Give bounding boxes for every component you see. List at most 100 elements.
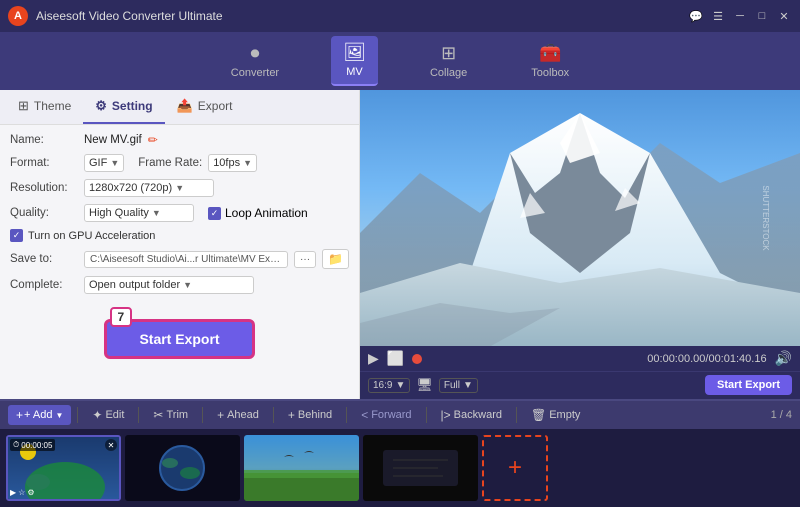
minimize-btn[interactable]: ─: [732, 8, 748, 24]
complete-arrow-icon: ▼: [183, 280, 192, 290]
right-panel: SHUTTERSTOCK ▶ ⬜ 00:00:00.00/00:01:40.16…: [360, 90, 800, 399]
window-controls: 💬 ☰ ─ □ ✕: [688, 8, 792, 24]
nav-collage[interactable]: ⊞ Collage: [418, 37, 479, 85]
clip-1-star[interactable]: ☆: [18, 488, 25, 497]
resolution-row: Resolution: 1280x720 (720p) ▼: [10, 179, 349, 197]
volume-btn[interactable]: 🔊: [775, 350, 792, 367]
add-icon: +: [16, 408, 23, 422]
empty-icon: 🗑: [531, 408, 546, 422]
framerate-select[interactable]: 10fps ▼: [208, 154, 257, 172]
video-controls-row1: ▶ ⬜ 00:00:00.00/00:01:40.16 🔊: [360, 346, 800, 371]
toolbar-sep-3: [202, 407, 203, 423]
behind-btn[interactable]: + Behind: [280, 405, 340, 425]
quality-label: Quality:: [10, 207, 78, 219]
resolution-select[interactable]: 1280x720 (720p) ▼: [84, 179, 214, 197]
mv-icon: 🖼: [343, 42, 366, 63]
video-controls-row2: 16:9 ▼ 🖥 Full ▼ Start Export: [360, 371, 800, 399]
maximize-btn[interactable]: □: [754, 8, 770, 24]
quality-select[interactable]: High Quality ▼: [84, 204, 194, 222]
main-layout: ⊞ Theme ⚙ Setting 📤 Export Name: New MV.…: [0, 90, 800, 507]
trim-icon: ✂: [153, 408, 163, 422]
nav-converter[interactable]: ⏺ Converter: [219, 37, 291, 85]
clip-1-controls: ▶ ☆ ⚙: [10, 488, 35, 497]
trim-btn[interactable]: ✂ Trim: [145, 405, 196, 425]
left-panel: ⊞ Theme ⚙ Setting 📤 Export Name: New MV.…: [0, 90, 360, 399]
tab-export[interactable]: 📤 Export: [165, 90, 245, 124]
clip-3[interactable]: [244, 435, 359, 501]
clip-1-close[interactable]: ✕: [105, 439, 117, 451]
menu-btn[interactable]: ☰: [710, 8, 726, 24]
edit-btn[interactable]: ✦ Edit: [84, 405, 132, 425]
ratio-arrow-icon: ▼: [395, 380, 405, 391]
collage-icon: ⊞: [441, 43, 456, 64]
save-path: C:\Aiseesoft Studio\Ai...r Ultimate\MV E…: [84, 251, 288, 268]
add-btn[interactable]: + + Add ▼: [8, 405, 71, 425]
top-nav: ⏺ Converter 🖼 MV ⊞ Collage 🧰 Toolbox: [0, 32, 800, 90]
clip-4[interactable]: [363, 435, 478, 501]
clip-1[interactable]: ⏱00:00:05 ▶ ☆ ⚙ ✕: [6, 435, 121, 501]
nav-toolbox[interactable]: 🧰 Toolbox: [519, 37, 581, 85]
behind-icon: +: [288, 408, 295, 422]
edit-icon: ✦: [92, 408, 102, 422]
add-arrow-icon: ▼: [55, 411, 63, 420]
ahead-icon: +: [217, 408, 224, 422]
format-label: Format:: [10, 157, 78, 169]
name-edit-icon[interactable]: ✏: [148, 133, 158, 147]
tab-bar: ⊞ Theme ⚙ Setting 📤 Export: [0, 90, 359, 125]
watermark: SHUTTERSTOCK: [761, 185, 770, 250]
tab-theme[interactable]: ⊞ Theme: [6, 90, 83, 124]
toolbar: + + Add ▼ ✦ Edit ✂ Trim + Ahead + Be: [0, 400, 800, 429]
stop-btn[interactable]: ⬜: [387, 350, 404, 367]
start-export-right-btn[interactable]: Start Export: [705, 375, 792, 395]
complete-row: Complete: Open output folder ▼: [10, 276, 349, 294]
loop-label: Loop Animation: [225, 206, 308, 220]
toolbar-sep-1: [77, 407, 78, 423]
clip-3-thumbnail: [244, 435, 359, 501]
clip-2[interactable]: [125, 435, 240, 501]
gpu-row: ✓ Turn on GPU Acceleration: [10, 229, 349, 242]
full-select[interactable]: Full ▼: [439, 378, 478, 393]
ahead-btn[interactable]: + Ahead: [209, 405, 267, 425]
format-select[interactable]: GIF ▼: [84, 154, 124, 172]
complete-select[interactable]: Open output folder ▼: [84, 276, 254, 294]
tab-setting[interactable]: ⚙ Setting: [83, 90, 164, 124]
loop-checkbox[interactable]: ✓: [208, 207, 221, 220]
export-icon: 📤: [177, 98, 193, 114]
screen-btn[interactable]: 🖥: [416, 377, 433, 393]
nav-mv[interactable]: 🖼 MV: [331, 36, 378, 86]
framerate-label: Frame Rate:: [138, 157, 202, 169]
clip-strip: ⏱00:00:05 ▶ ☆ ⚙ ✕: [0, 429, 800, 507]
gpu-checkbox[interactable]: ✓: [10, 229, 23, 242]
page-indicator: 1 / 4: [771, 409, 792, 421]
chat-btn[interactable]: 💬: [688, 8, 704, 24]
theme-icon: ⊞: [18, 98, 29, 114]
framerate-arrow-icon: ▼: [243, 158, 252, 168]
close-btn[interactable]: ✕: [776, 8, 792, 24]
ratio-select[interactable]: 16:9 ▼: [368, 378, 410, 393]
step-badge: 7: [110, 307, 133, 327]
toolbar-sep-4: [273, 407, 274, 423]
toolbox-icon: 🧰: [539, 43, 561, 64]
loop-row: ✓ Loop Animation: [208, 206, 308, 220]
full-arrow-icon: ▼: [463, 380, 473, 391]
clip-1-settings[interactable]: ⚙: [27, 488, 34, 497]
time-display: 00:00:00.00/00:01:40.16: [430, 353, 766, 365]
save-row: Save to: C:\Aiseesoft Studio\Ai...r Ulti…: [10, 249, 349, 269]
clip-4-thumbnail: [363, 435, 478, 501]
empty-btn[interactable]: 🗑 Empty: [523, 405, 588, 425]
clip-1-play[interactable]: ▶: [10, 488, 16, 497]
folder-btn[interactable]: 📁: [322, 249, 349, 269]
add-clip-btn[interactable]: +: [482, 435, 548, 501]
backward-btn[interactable]: |> Backward: [433, 405, 510, 425]
backward-icon: |>: [441, 408, 451, 422]
forward-btn[interactable]: < Forward: [353, 405, 419, 425]
add-clip-icon: +: [508, 454, 522, 482]
path-more-btn[interactable]: ···: [294, 251, 316, 268]
gpu-label: Turn on GPU Acceleration: [28, 230, 155, 242]
toolbar-sep-5: [346, 407, 347, 423]
play-btn[interactable]: ▶: [368, 350, 379, 367]
setting-icon: ⚙: [95, 98, 107, 114]
format-row: Format: GIF ▼ Frame Rate: 10fps ▼: [10, 154, 349, 172]
export-btn-container: 7 Start Export: [10, 301, 349, 369]
app-logo: A: [8, 6, 28, 26]
